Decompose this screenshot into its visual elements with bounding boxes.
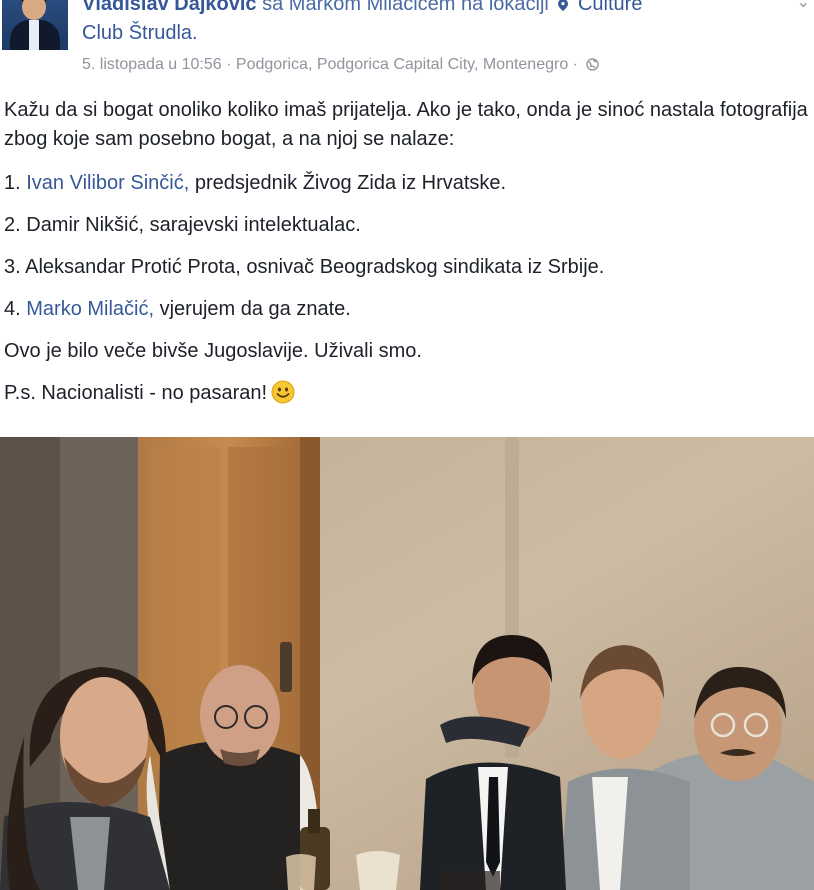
tagged-with-text[interactable]: sa Markom Milačićem na lokaciji [262,0,549,15]
location-link[interactable]: Culture [578,0,642,15]
author-avatar[interactable] [2,0,68,50]
post-timestamp[interactable]: 5. listopada u 10:56 [82,56,222,73]
author-name[interactable]: Vladislav Dajković [82,0,257,15]
location-pin-icon [558,0,569,11]
list-item: 3. Aleksandar Protić Prota, osnivač Beog… [4,246,810,288]
list-item-text: vjerujem da ga znate. [154,298,351,320]
post-header-line: Vladislav Dajković sa Markom Milačićem n… [82,0,642,16]
list-item-number: 2. [4,214,21,236]
post-header: Vladislav Dajković sa Markom Milačićem n… [0,0,814,86]
chevron-down-icon[interactable]: ⌄ [797,0,810,12]
list-item-number: 1. [4,172,21,194]
list-item-number: 3. [4,256,21,278]
list-item: 1. Ivan Vilibor Sinčić, predsjednik Živo… [4,162,810,204]
post-place: · Podgorica, Podgorica Capital City, Mon… [226,56,578,73]
list-item-text: Damir Nikšić, sarajevski intelektualac. [20,214,361,236]
post-photo[interactable] [0,437,814,890]
list-item: 4. Marko Milačić, vjerujem da ga znate. [4,288,810,330]
smiley-icon [271,380,295,404]
list-item-number: 4. [4,298,21,320]
post-closing: Ovo je bilo veče bivše Jugoslavije. Uživ… [4,340,422,362]
location-link-continued[interactable]: Club Štrudla. [82,21,198,45]
post-intro: Kažu da si bogat onoliko koliko imaš pri… [4,99,808,150]
post-body: Kažu da si bogat onoliko koliko imaš pri… [4,96,810,414]
group-photo-illustration [0,437,814,890]
list-item-text: Aleksandar Protić Prota, osnivač Beograd… [20,256,605,278]
post-ps: P.s. Nacionalisti - no pasaran! [4,372,810,414]
post-meta: 5. listopada u 10:56 · Podgorica, Podgor… [82,55,600,75]
globe-icon[interactable] [586,58,600,71]
tagged-person-link[interactable]: Ivan Vilibor Sinčić, [26,172,189,194]
tagged-person-link[interactable]: Marko Milačić, [26,298,154,320]
list-item: 2. Damir Nikšić, sarajevski intelektuala… [4,204,810,246]
post-ps-text: P.s. Nacionalisti - no pasaran! [4,382,268,404]
list-item-text: predsjednik Živog Zida iz Hrvatske. [189,172,507,194]
